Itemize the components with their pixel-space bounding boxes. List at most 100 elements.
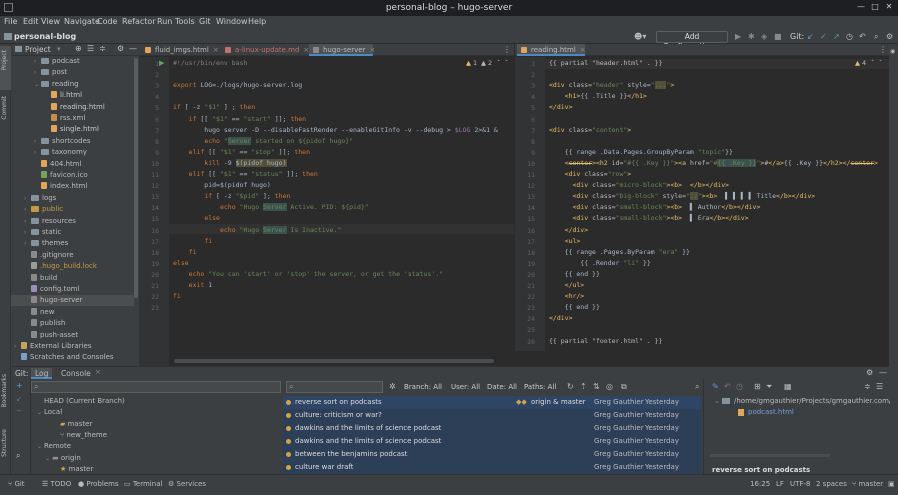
lock-icon[interactable]: ▣	[888, 480, 895, 488]
settings-icon[interactable]: ⚙	[886, 32, 893, 41]
chevron-icon[interactable]: ›	[24, 204, 31, 215]
chevron-down-icon[interactable]: ⌄	[714, 397, 720, 405]
chevron-icon[interactable]: ›	[34, 147, 41, 158]
revert-icon[interactable]: ↶	[724, 382, 731, 391]
close-tab-icon[interactable]: ×	[213, 46, 219, 54]
tree-item[interactable]: › themes	[11, 238, 134, 249]
paths-filter[interactable]: Paths: All	[524, 383, 556, 391]
menu-file[interactable]: File	[4, 17, 17, 26]
user-filter[interactable]: User: All	[451, 383, 480, 391]
history-icon[interactable]: ◷	[736, 382, 743, 391]
horizontal-scrollbar[interactable]	[174, 359, 494, 363]
tab-reading-html[interactable]: reading.html ×	[517, 44, 586, 56]
rollback-icon[interactable]: ↶	[859, 32, 866, 41]
git-update-icon[interactable]: ↙	[807, 32, 814, 41]
branch-item[interactable]: ⑂ new_theme	[31, 430, 107, 441]
collapse-all-icon[interactable]: ☰	[87, 44, 94, 53]
gear-icon[interactable]: ⚙	[117, 44, 124, 53]
chevron-down-icon[interactable]: ˇ	[879, 59, 882, 67]
tree-item[interactable]: › logs	[11, 193, 134, 204]
close-tab-icon[interactable]: ×	[580, 46, 586, 54]
tree-item[interactable]: index.html	[11, 181, 134, 192]
editor-menu-icon[interactable]: ⋮	[879, 45, 887, 54]
new-tab-icon[interactable]: ⧉	[621, 382, 627, 392]
branch-search-input[interactable]: ⌕	[31, 381, 281, 393]
chevron-down-icon[interactable]: ⌄	[37, 441, 44, 452]
tab-fluid-imgs[interactable]: fluid_imgs.html ×	[141, 44, 219, 56]
menu-run[interactable]: Run	[157, 17, 172, 26]
branch-item[interactable]: ⌄ Remote	[31, 441, 71, 452]
chevron-icon[interactable]: ›	[24, 238, 31, 249]
cursor-position[interactable]: 16:25	[750, 480, 770, 488]
tree-item[interactable]: 404.html	[11, 159, 134, 170]
chevron-icon[interactable]: ⌄	[34, 79, 41, 90]
date-filter[interactable]: Date: All	[487, 383, 517, 391]
tree-item[interactable]: config.toml	[11, 284, 134, 295]
log-search-input[interactable]: ⌕	[286, 381, 383, 393]
status-tab-problems[interactable]: ● Problems	[78, 480, 119, 488]
git-push-icon[interactable]: ↗	[833, 32, 840, 41]
tab-console[interactable]: Console	[57, 368, 95, 379]
tree-item[interactable]: publish	[11, 318, 134, 329]
regex-icon[interactable]: ✲	[389, 382, 396, 391]
details-scrollbar[interactable]	[710, 454, 830, 457]
chevron-down-icon[interactable]: ⌄	[45, 453, 52, 464]
status-tab-terminal[interactable]: ▭ Terminal	[124, 480, 162, 488]
maximize-icon[interactable]: □	[870, 2, 880, 12]
hide-panel-icon[interactable]: —	[879, 368, 887, 377]
chevron-up-icon[interactable]: ˆ	[497, 59, 500, 67]
weak-warning-count[interactable]: 2	[488, 59, 492, 67]
user-icon[interactable]: ☻▾	[634, 32, 646, 41]
tree-item[interactable]: › External Libraries	[11, 341, 134, 352]
warning-count[interactable]: 4	[862, 59, 866, 67]
tab-a-linux-update[interactable]: a-linux-update.md ×	[221, 44, 309, 56]
chevron-down-icon[interactable]: ⌄	[37, 407, 44, 418]
show-diff-icon[interactable]: ✎	[712, 382, 719, 391]
tree-item[interactable]: hugo-server	[11, 295, 134, 307]
chevron-icon[interactable]: ›	[24, 227, 31, 238]
commit-row[interactable]: dawkins and the limits of science podcas…	[283, 435, 701, 458]
tree-item[interactable]: rss.xml	[11, 113, 134, 124]
tree-item[interactable]: .gitignore	[11, 250, 134, 261]
warning-count[interactable]: 1	[473, 59, 477, 67]
file-encoding[interactable]: UTF-8	[790, 480, 810, 488]
history-icon[interactable]: ◷	[846, 32, 853, 41]
bookmarks-tool-tab[interactable]: Bookmarks	[1, 374, 8, 408]
tree-scrollbar[interactable]	[134, 58, 138, 298]
expand-all-icon[interactable]: ≑	[864, 382, 871, 391]
commit-row[interactable]: culture war draft Greg Gauthier Yesterday …	[283, 461, 701, 474]
tree-item[interactable]: › post	[11, 67, 134, 78]
commit-row[interactable]: between the benjamins podcast Greg Gauthi…	[283, 448, 701, 471]
tree-item[interactable]: › shortcodes	[11, 136, 134, 147]
commit-row[interactable]: reverse sort on podcasts ◆◆ origin & maste…	[283, 396, 701, 419]
tree-item[interactable]: › public	[11, 204, 134, 215]
cherry-pick-icon[interactable]: ⇡	[580, 382, 587, 391]
tree-item[interactable]: Scratches and Consoles	[11, 352, 134, 363]
menu-navigate[interactable]: Navigate	[64, 17, 100, 26]
structure-tool-tab[interactable]: Structure	[1, 429, 8, 457]
chevron-up-icon[interactable]: ˆ	[871, 59, 874, 67]
preview-icon[interactable]: ▦	[784, 382, 792, 391]
branch-item[interactable]: ⌄ ▬ origin	[31, 453, 81, 464]
notifications-icon[interactable]: ◉	[890, 48, 895, 55]
branch-delete-icon[interactable]: −	[16, 407, 22, 415]
branch-item[interactable]: HEAD (Current Branch)	[31, 396, 125, 407]
branch-item[interactable]: ⌄ Local	[31, 407, 62, 418]
gear-icon[interactable]: ⚙	[866, 368, 873, 377]
chevron-icon[interactable]: ›	[24, 216, 31, 227]
status-tab-git[interactable]: ⑂ Git	[8, 480, 25, 488]
tab-hugo-server[interactable]: hugo-server ×	[309, 44, 375, 56]
tab-log[interactable]: Log	[31, 368, 53, 379]
close-tab-icon[interactable]: ×	[95, 368, 101, 376]
tree-item[interactable]: .hugo_build.lock	[11, 261, 134, 272]
tree-item[interactable]: new	[11, 307, 134, 318]
tree-item[interactable]: › taxonomy	[11, 147, 134, 158]
branch-add-icon[interactable]: +	[16, 381, 23, 390]
git-commit-icon[interactable]: ✓	[820, 32, 827, 41]
menu-code[interactable]: Code	[97, 17, 117, 26]
branch-update-icon[interactable]: ↙	[16, 395, 22, 403]
tree-item[interactable]: › static	[11, 227, 134, 238]
menu-view[interactable]: View	[41, 17, 60, 26]
tree-item[interactable]: build	[11, 273, 134, 284]
tree-item[interactable]: push-asset	[11, 330, 134, 341]
